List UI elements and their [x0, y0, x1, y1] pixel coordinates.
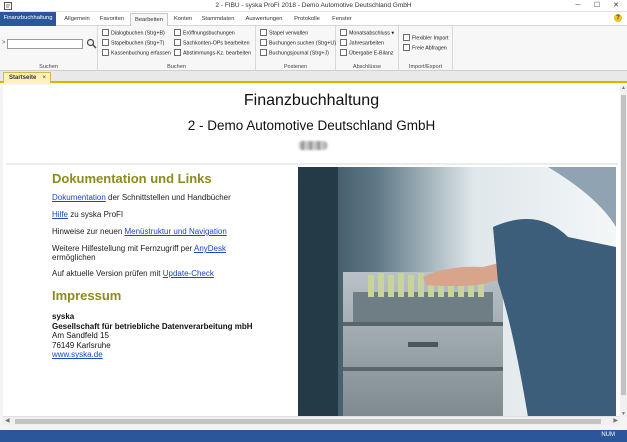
buchungsjournal-button[interactable]: Buchungsjournal (Strg+J)	[260, 49, 329, 58]
e-bilanz-button[interactable]: Übergabe E-Bilanz	[340, 49, 393, 58]
scroll-up-icon[interactable]: ▲	[620, 85, 627, 91]
kassenbuchung-button[interactable]: Kassenbuchung erfassen	[102, 49, 171, 58]
tab-bearbeiten[interactable]: Bearbeiten	[130, 13, 168, 27]
syska-website-link[interactable]: www.syska.de	[52, 350, 103, 359]
impressum-block: syska Gesellschaft für betriebliche Date…	[52, 312, 253, 360]
title-bar: 2 - FIBU - syska ProFI 2018 - Demo Autom…	[0, 0, 627, 12]
status-bar: NUM	[0, 430, 627, 442]
filing-cabinet-photo	[298, 167, 616, 417]
menuestruktur-link[interactable]: Menüstruktur und Navigation	[124, 227, 226, 236]
horizontal-scrollbar[interactable]: ◀ ▶	[3, 416, 620, 425]
flexibler-import-button[interactable]: Flexibler Import	[403, 34, 449, 43]
blurred-label	[299, 141, 327, 150]
impressum-company: Gesellschaft für betriebliche Datenverar…	[52, 321, 253, 331]
num-lock-indicator: NUM	[601, 432, 615, 438]
vertical-scroll-thumb[interactable]	[621, 95, 626, 395]
impressum-street: Am Sandfeld 15	[52, 331, 109, 341]
hilfe-link[interactable]: Hilfe	[52, 210, 68, 219]
group-buchen: Dialogbuchen (Strg+B) Stapelbuchen (Strg…	[98, 26, 256, 71]
freie-abfragen-button[interactable]: Freie Abfragen	[403, 44, 447, 53]
sachkonten-ops-button[interactable]: Sachkonten-OPs bearbeiten	[174, 39, 250, 48]
ribbon: > Suchen Dialogbuchen (Strg+B) Stapelbuc…	[0, 26, 627, 71]
account-icon	[174, 39, 181, 46]
start-page: Finanzbuchhaltung 2 - Demo Automotive De…	[3, 85, 620, 417]
horizontal-scroll-thumb[interactable]	[15, 419, 601, 424]
group-label: Abschlüsse	[352, 64, 382, 70]
group-label: Postenen	[283, 64, 308, 70]
scroll-left-icon[interactable]: ◀	[5, 417, 10, 424]
help-link-line: Hilfe zu syska ProFI	[52, 210, 124, 219]
minimize-button[interactable]: ─	[569, 0, 587, 12]
month-close-icon	[340, 29, 347, 36]
section-title-doku: Dokumentation und Links	[52, 171, 212, 186]
anydesk-link-line: Weitere Hilfestellung mit Fernzugriff pe…	[52, 244, 226, 253]
search-icon[interactable]	[86, 38, 97, 49]
opening-icon	[174, 29, 181, 36]
vertical-scrollbar[interactable]: ▲ ▼	[620, 85, 627, 417]
tab-startseite[interactable]: Startseite ×	[3, 72, 51, 83]
close-tab-icon[interactable]: ×	[42, 73, 46, 83]
group-label: Import/Export	[408, 64, 442, 70]
maximize-button[interactable]: ☐	[588, 0, 606, 12]
document-tab-row: Startseite ×	[0, 71, 627, 83]
stapel-verwalten-button[interactable]: Stapel verwalten	[260, 29, 308, 38]
group-suchen: > Suchen	[0, 26, 98, 71]
search-input[interactable]	[7, 39, 83, 49]
tab-stammdaten[interactable]: Stammdaten	[198, 13, 238, 26]
group-abschluss: Monatsabschluss ▾ Jahresarbeiten Übergab…	[336, 26, 399, 71]
journal-icon	[260, 49, 267, 56]
tab-allgemein[interactable]: Allgemein	[60, 13, 94, 26]
scroll-down-icon[interactable]: ▼	[620, 411, 627, 417]
close-button[interactable]: ✕	[607, 0, 625, 12]
stack-manage-icon	[260, 29, 267, 36]
chevron-right-icon[interactable]: >	[2, 40, 6, 46]
search-booking-icon	[260, 39, 267, 46]
booking-icon	[102, 29, 109, 36]
group-import-export: Flexibler Import Freie Abfragen Import/E…	[399, 26, 453, 71]
doc-link-line: Dokumentation der Schnittstellen und Han…	[52, 193, 231, 202]
query-icon	[403, 44, 410, 51]
tab-favoriten[interactable]: Favoriten	[95, 13, 129, 26]
jahresarbeiten-button[interactable]: Jahresarbeiten	[340, 39, 384, 48]
menu-link-line: Hinweise zur neuen Menüstruktur und Navi…	[52, 227, 227, 236]
dialogbuchen-button[interactable]: Dialogbuchen (Strg+B)	[102, 29, 165, 38]
anydesk-line2: ermöglichen	[52, 253, 96, 262]
stack-icon	[102, 39, 109, 46]
reconcile-icon	[174, 49, 181, 56]
tab-auswertungen[interactable]: Auswertungen	[240, 13, 288, 26]
e-balance-icon	[340, 49, 347, 56]
group-label: Buchen	[167, 64, 186, 70]
tab-fenster[interactable]: Fenster	[327, 13, 357, 26]
dokumentation-link[interactable]: Dokumentation	[52, 193, 106, 202]
impressum-name: syska	[52, 312, 75, 321]
abstimmungs-kz-button[interactable]: Abstimmungs-Kz. bearbeiten	[174, 49, 251, 58]
company-name: 2 - Demo Automotive Deutschland GmbH	[187, 118, 436, 133]
buchungen-suchen-button[interactable]: Buchungen suchen (Strg+U)	[260, 39, 336, 48]
year-icon	[340, 39, 347, 46]
ribbon-tab-row: Finanzbuchhaltung Allgemein Favoriten Be…	[0, 12, 627, 27]
cash-icon	[102, 49, 109, 56]
monatsabschluss-button[interactable]: Monatsabschluss ▾	[340, 29, 394, 38]
group-label: Suchen	[39, 64, 58, 70]
divider	[6, 163, 618, 165]
tab-konten[interactable]: Konten	[169, 13, 197, 26]
eroeffnungsbuchungen-button[interactable]: Eröffnungsbuchungen	[174, 29, 235, 38]
tab-finanzbuchhaltung[interactable]: Finanzbuchhaltung	[0, 12, 56, 26]
impressum-city: 76149 Karlsruhe	[52, 340, 111, 350]
scroll-right-icon[interactable]: ▶	[613, 417, 618, 424]
update-check-link[interactable]: Update-Check	[163, 269, 214, 278]
window-title: 2 - FIBU - syska ProFI 2018 - Demo Autom…	[215, 2, 412, 9]
tab-protokolle[interactable]: Protokolle	[289, 13, 325, 26]
anydesk-link[interactable]: AnyDesk	[194, 244, 226, 253]
section-title-impressum: Impressum	[52, 288, 122, 303]
import-icon	[403, 34, 410, 41]
update-link-line: Auf aktuelle Version prüfen mit Update-C…	[52, 269, 214, 278]
help-icon[interactable]: ?	[614, 14, 622, 22]
stapelbuchen-button[interactable]: Stapelbuchen (Strg+T)	[102, 39, 164, 48]
page-title: Finanzbuchhaltung	[243, 92, 380, 109]
group-postenen: Stapel verwalten Buchungen suchen (Strg+…	[256, 26, 336, 71]
